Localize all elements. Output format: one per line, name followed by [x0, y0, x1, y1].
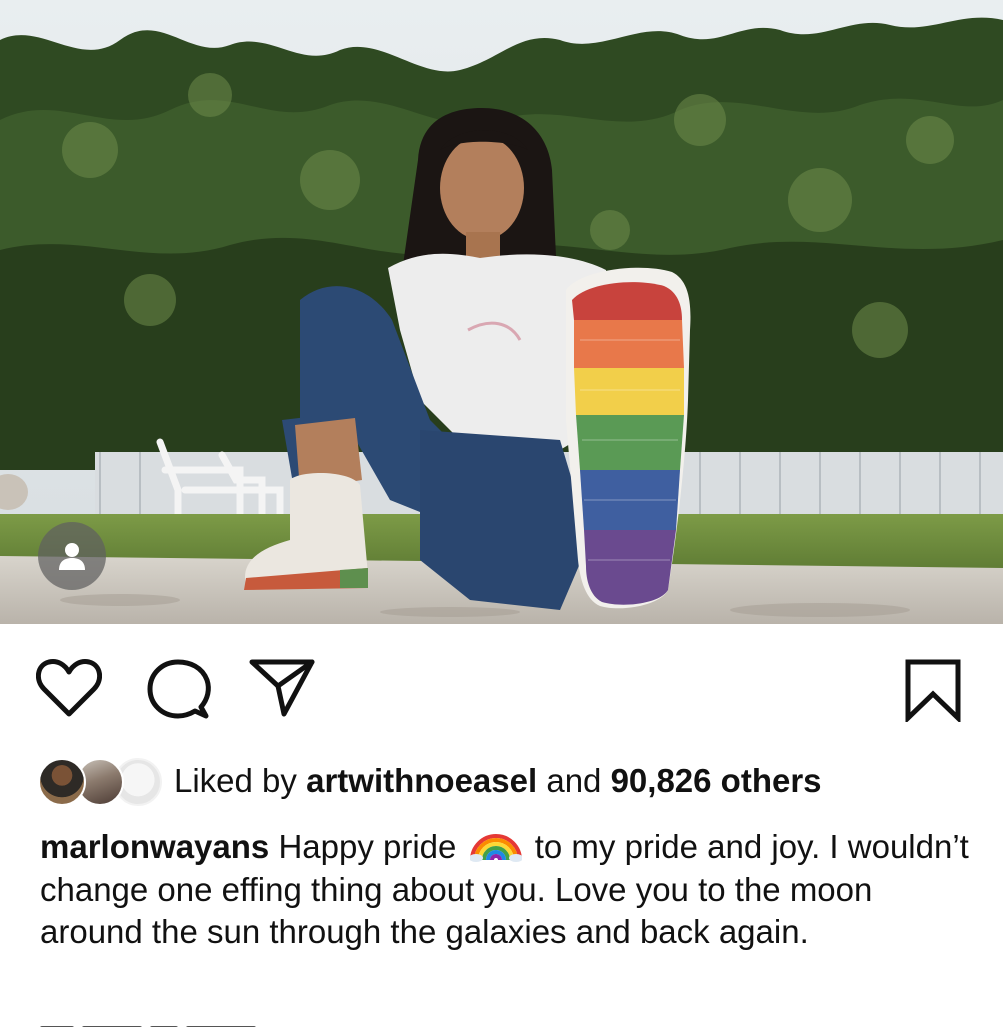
- heart-icon[interactable]: [36, 658, 102, 718]
- caption-text-before-emoji: Happy pride: [278, 828, 457, 865]
- speech-bubble-icon[interactable]: [146, 659, 212, 721]
- post-photo[interactable]: [0, 0, 1003, 624]
- post-action-bar: [0, 624, 1003, 746]
- caption-username[interactable]: marlonwayans: [40, 828, 269, 865]
- avatar: [38, 758, 86, 806]
- likes-joiner: and: [546, 762, 602, 799]
- user-tag-button[interactable]: [38, 522, 106, 590]
- truncated-next-line: [40, 1017, 280, 1027]
- post-caption: marlonwayans Happy pride to my pride and…: [40, 826, 970, 954]
- likes-text: Liked by artwithnoeasel and 90,826 other…: [174, 761, 822, 801]
- rainbow-emoji-icon: [469, 834, 522, 862]
- likes-summary[interactable]: Liked by artwithnoeasel and 90,826 other…: [38, 752, 822, 810]
- paper-plane-icon[interactable]: [248, 658, 316, 718]
- likes-count-link[interactable]: 90,826 others: [611, 762, 822, 799]
- user-tag-icon: [59, 543, 85, 570]
- bookmark-icon[interactable]: [902, 658, 964, 722]
- first-liker-link[interactable]: artwithnoeasel: [306, 762, 537, 799]
- liker-avatars: [38, 756, 164, 806]
- likes-prefix: Liked by: [174, 762, 297, 799]
- post-image: [0, 0, 1003, 624]
